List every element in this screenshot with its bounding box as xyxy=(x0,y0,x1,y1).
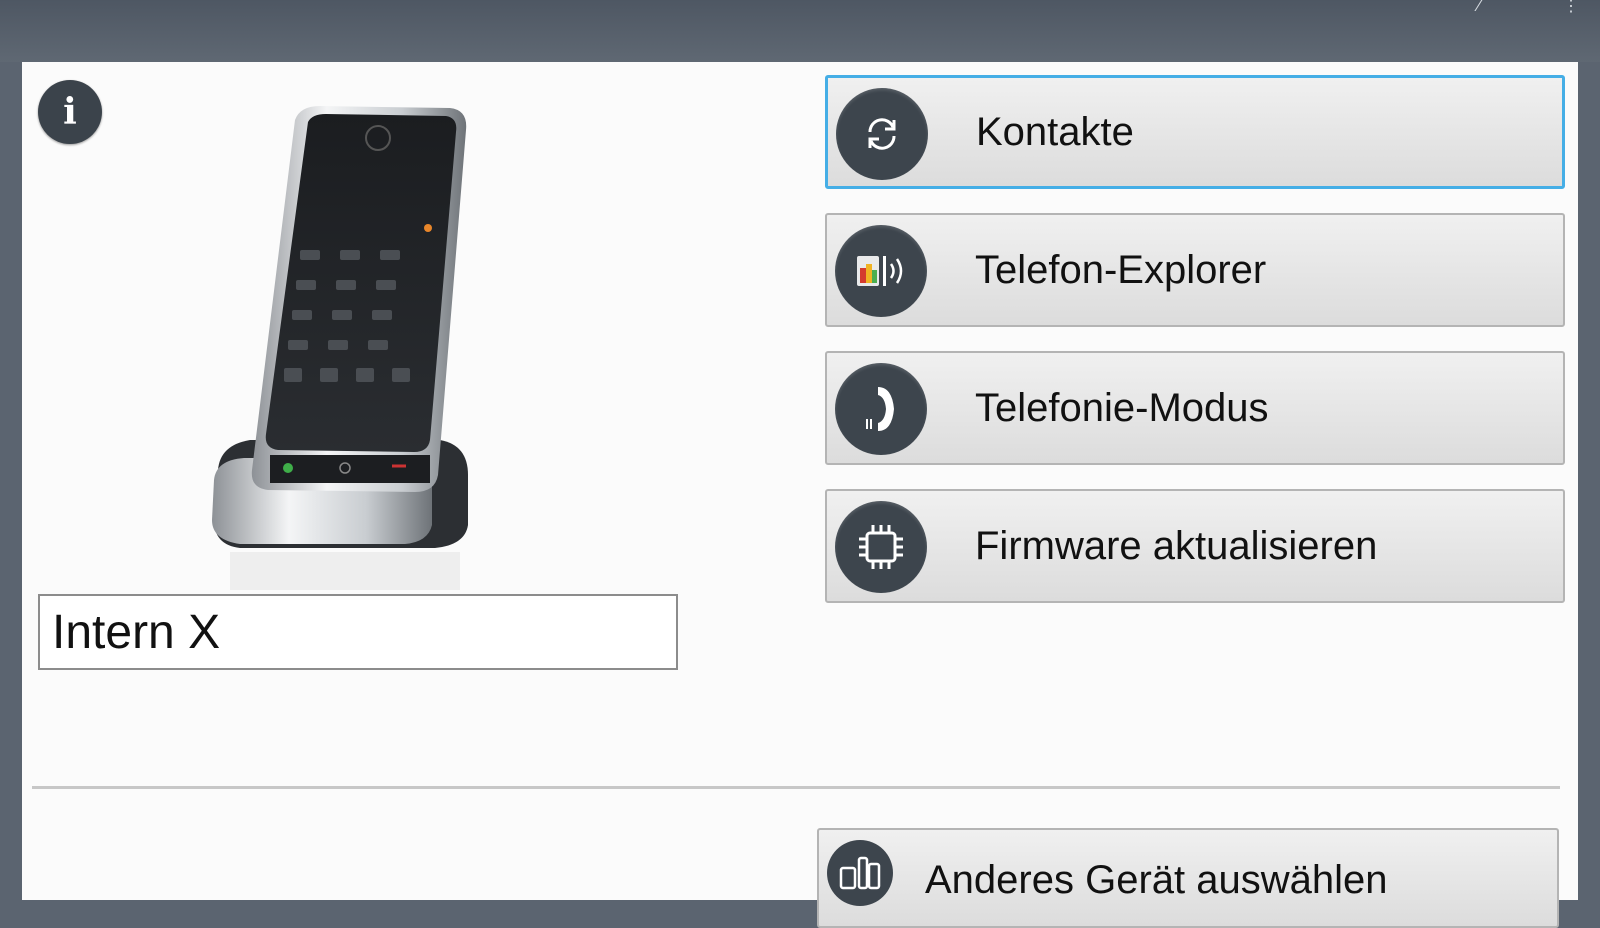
title-bar: ∕ ⋮ xyxy=(0,0,1600,62)
info-button[interactable]: i xyxy=(38,80,102,144)
more-icon[interactable]: ⋮ xyxy=(1560,0,1582,15)
sync-icon xyxy=(836,88,928,180)
firmware-aktualisieren-label: Firmware aktualisieren xyxy=(975,523,1378,568)
section-divider xyxy=(32,786,1560,789)
handset-image xyxy=(200,100,480,590)
kontakte-button[interactable]: Kontakte xyxy=(825,75,1565,189)
telefon-explorer-label: Telefon-Explorer xyxy=(975,247,1267,292)
devices-icon xyxy=(827,840,893,906)
telefonie-modus-label: Telefonie-Modus xyxy=(975,385,1269,430)
info-icon: i xyxy=(63,91,77,133)
chip-icon xyxy=(835,501,927,593)
handset-mode-icon xyxy=(835,363,927,455)
phone-explorer-icon xyxy=(835,225,927,317)
select-device-button[interactable]: Anderes Gerät auswählen xyxy=(817,828,1559,928)
telefonie-modus-button[interactable]: Telefonie-Modus xyxy=(825,351,1565,465)
telefon-explorer-button[interactable]: Telefon-Explorer xyxy=(825,213,1565,327)
select-device-label: Anderes Gerät auswählen xyxy=(925,858,1388,902)
device-name-field[interactable] xyxy=(38,594,678,670)
kontakte-label: Kontakte xyxy=(976,109,1134,154)
edit-icon[interactable]: ∕ xyxy=(1468,0,1490,15)
firmware-aktualisieren-button[interactable]: Firmware aktualisieren xyxy=(825,489,1565,603)
